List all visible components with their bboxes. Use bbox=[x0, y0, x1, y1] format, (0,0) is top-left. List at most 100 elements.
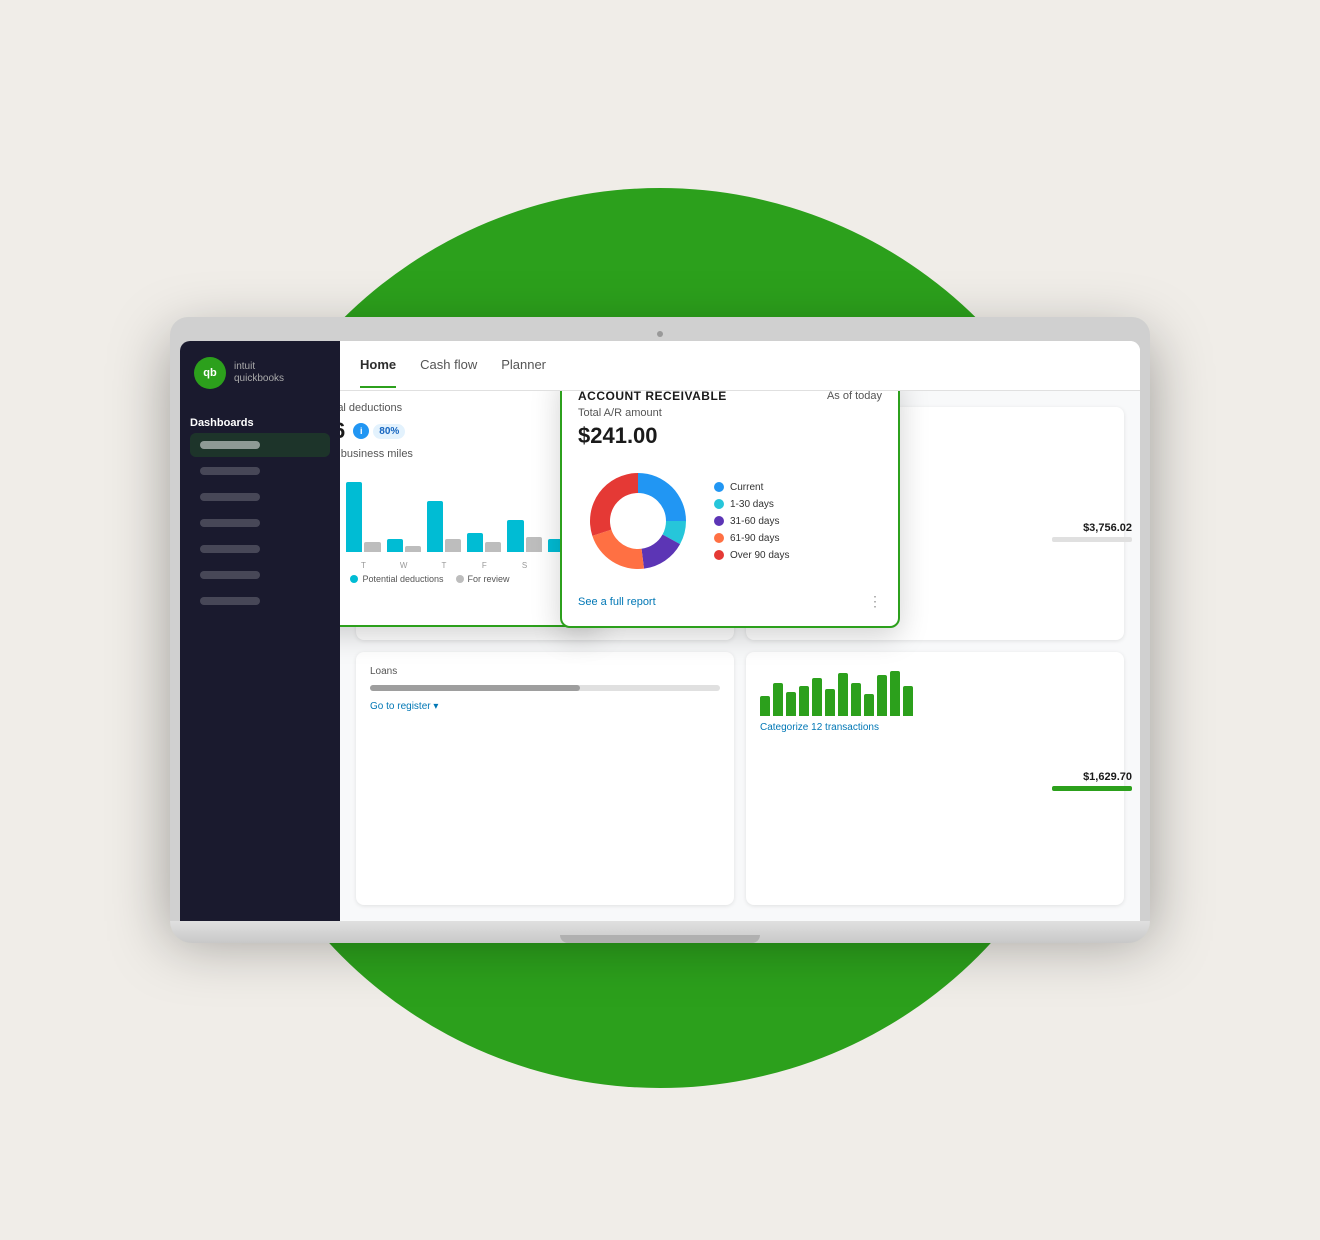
sidebar-item-7[interactable] bbox=[190, 589, 330, 613]
ar-legend-current: Current bbox=[714, 482, 789, 493]
laptop-base bbox=[170, 921, 1150, 943]
bar-group-3 bbox=[427, 501, 461, 552]
bank-bar-8 bbox=[864, 694, 874, 715]
brand-name: intuit bbox=[234, 361, 284, 373]
sidebar-item-bar-5 bbox=[200, 545, 260, 553]
bank-bar-7 bbox=[851, 683, 861, 715]
sidebar-item-6[interactable] bbox=[190, 563, 330, 587]
legend-dot-gray bbox=[456, 575, 464, 583]
loans-progress-fill bbox=[370, 685, 580, 691]
logo-area: qb intuit quickbooks bbox=[180, 357, 340, 409]
teal-bar-4 bbox=[467, 533, 483, 552]
bank-bar-9 bbox=[877, 675, 887, 716]
gray-bar-5 bbox=[526, 537, 542, 552]
sidebar-item-bar-3 bbox=[200, 493, 260, 501]
x-label-5: S bbox=[507, 561, 541, 570]
dashboard-content: Tasks SHORTCUTS bbox=[340, 391, 1140, 921]
x-axis: MTWTFSS bbox=[340, 561, 582, 570]
legend-item-gray: For review bbox=[456, 574, 510, 584]
full-report-link[interactable]: See a full report bbox=[578, 596, 656, 608]
amount-item-1: $3,756.02 bbox=[1028, 522, 1132, 542]
ar-card: ACCOUNT RECEIVABLE As of today Total A/R… bbox=[560, 391, 900, 628]
ar-legend: Current 1-30 days 31-60 da bbox=[714, 482, 789, 561]
sidebar-nav bbox=[180, 433, 340, 613]
ar-legend-31-60: 31-60 days bbox=[714, 516, 789, 527]
bank-bar-4 bbox=[812, 678, 822, 716]
mileage-title: MILEAGE bbox=[340, 391, 341, 394]
loans-card: Loans Go to register ▾ bbox=[356, 652, 734, 906]
mileage-amount: $74.86 bbox=[340, 418, 345, 444]
mileage-footer: Review trips ⋮ bbox=[340, 592, 582, 609]
ar-footer: See a full report ⋮ bbox=[578, 593, 882, 610]
bank-bar-1 bbox=[773, 683, 783, 715]
amount-value-1: $3,756.02 bbox=[1028, 522, 1132, 534]
sidebar-item-bar-2 bbox=[200, 467, 260, 475]
bank-bar-2 bbox=[786, 692, 796, 716]
mileage-subtitle: Total potential deductions bbox=[340, 402, 582, 414]
ar-dot-90plus bbox=[714, 550, 724, 560]
bank-bar-6 bbox=[838, 673, 848, 716]
x-label-3: T bbox=[427, 561, 461, 570]
right-amounts-panel: $3,756.02 $1,629.70 bbox=[1020, 391, 1140, 921]
amount-item-2: $1,629.70 bbox=[1028, 771, 1132, 791]
legend-item-teal: Potential deductions bbox=[350, 574, 443, 584]
ar-dot-61-90 bbox=[714, 533, 724, 543]
ar-dot-1-30 bbox=[714, 499, 724, 509]
donut-hole bbox=[613, 496, 663, 546]
bar-group-4 bbox=[467, 533, 501, 552]
amount-bar-1 bbox=[1052, 537, 1132, 542]
go-to-register-link[interactable]: Go to register ▾ bbox=[370, 701, 720, 712]
mileage-amount-row: $74.86 i 80% bbox=[340, 418, 582, 444]
legend-label-gray: For review bbox=[468, 574, 510, 584]
teal-bar-3 bbox=[427, 501, 443, 552]
gray-bar-1 bbox=[364, 542, 380, 552]
mileage-miles: 141.25 Total business miles bbox=[340, 448, 582, 460]
product-name: quickbooks bbox=[234, 373, 284, 385]
gray-bar-4 bbox=[485, 542, 501, 552]
sidebar: qb intuit quickbooks Dashboards bbox=[180, 341, 340, 921]
x-label-4: F bbox=[467, 561, 501, 570]
sidebar-item-4[interactable] bbox=[190, 511, 330, 535]
app-layout: qb intuit quickbooks Dashboards bbox=[180, 341, 1140, 921]
ar-label-31-60: 31-60 days bbox=[730, 516, 779, 527]
legend-dot-teal bbox=[350, 575, 358, 583]
sidebar-item-bar-6 bbox=[200, 571, 260, 579]
sidebar-item-5[interactable] bbox=[190, 537, 330, 561]
ar-label-current: Current bbox=[730, 482, 763, 493]
logo-text: intuit quickbooks bbox=[234, 361, 284, 385]
bar-group-5 bbox=[507, 520, 541, 552]
bank-bar-11 bbox=[903, 686, 913, 716]
legend-label-teal: Potential deductions bbox=[362, 574, 443, 584]
ar-body: Current 1-30 days 31-60 da bbox=[578, 461, 882, 581]
sidebar-item-bar-1 bbox=[200, 441, 260, 449]
sidebar-item-2[interactable] bbox=[190, 459, 330, 483]
ar-donut-chart bbox=[578, 461, 698, 581]
main-content: Home Cash flow Planner Tasks SHO bbox=[340, 341, 1140, 921]
sidebar-item-bar-4 bbox=[200, 519, 260, 527]
laptop-screen: qb intuit quickbooks Dashboards bbox=[180, 341, 1140, 921]
laptop-screen-outer: qb intuit quickbooks Dashboards bbox=[170, 317, 1150, 921]
tab-planner[interactable]: Planner bbox=[501, 343, 546, 388]
bank-bar-10 bbox=[890, 671, 900, 716]
bar-group-1 bbox=[346, 482, 380, 552]
gray-bar-3 bbox=[445, 539, 461, 552]
ar-more-menu[interactable]: ⋮ bbox=[868, 593, 882, 610]
camera-dot bbox=[657, 331, 663, 337]
sidebar-item-1[interactable] bbox=[190, 433, 330, 457]
ar-legend-61-90: 61-90 days bbox=[714, 533, 789, 544]
x-label-2: W bbox=[387, 561, 421, 570]
mileage-card-header: MILEAGE This week ▼ bbox=[340, 391, 582, 394]
loans-label: Loans bbox=[370, 666, 720, 677]
tab-cash-flow[interactable]: Cash flow bbox=[420, 343, 477, 388]
ar-period-label: As of today bbox=[827, 391, 882, 402]
loans-progress-bg bbox=[370, 685, 720, 691]
teal-bar-2 bbox=[387, 539, 403, 552]
bank-bar-3 bbox=[799, 686, 809, 716]
ar-dot-31-60 bbox=[714, 516, 724, 526]
teal-bar-1 bbox=[346, 482, 362, 552]
percent-badge: 80% bbox=[373, 424, 405, 439]
ar-legend-1-30: 1-30 days bbox=[714, 499, 789, 510]
tab-home[interactable]: Home bbox=[360, 343, 396, 388]
sidebar-item-3[interactable] bbox=[190, 485, 330, 509]
ar-label-1-30: 1-30 days bbox=[730, 499, 774, 510]
